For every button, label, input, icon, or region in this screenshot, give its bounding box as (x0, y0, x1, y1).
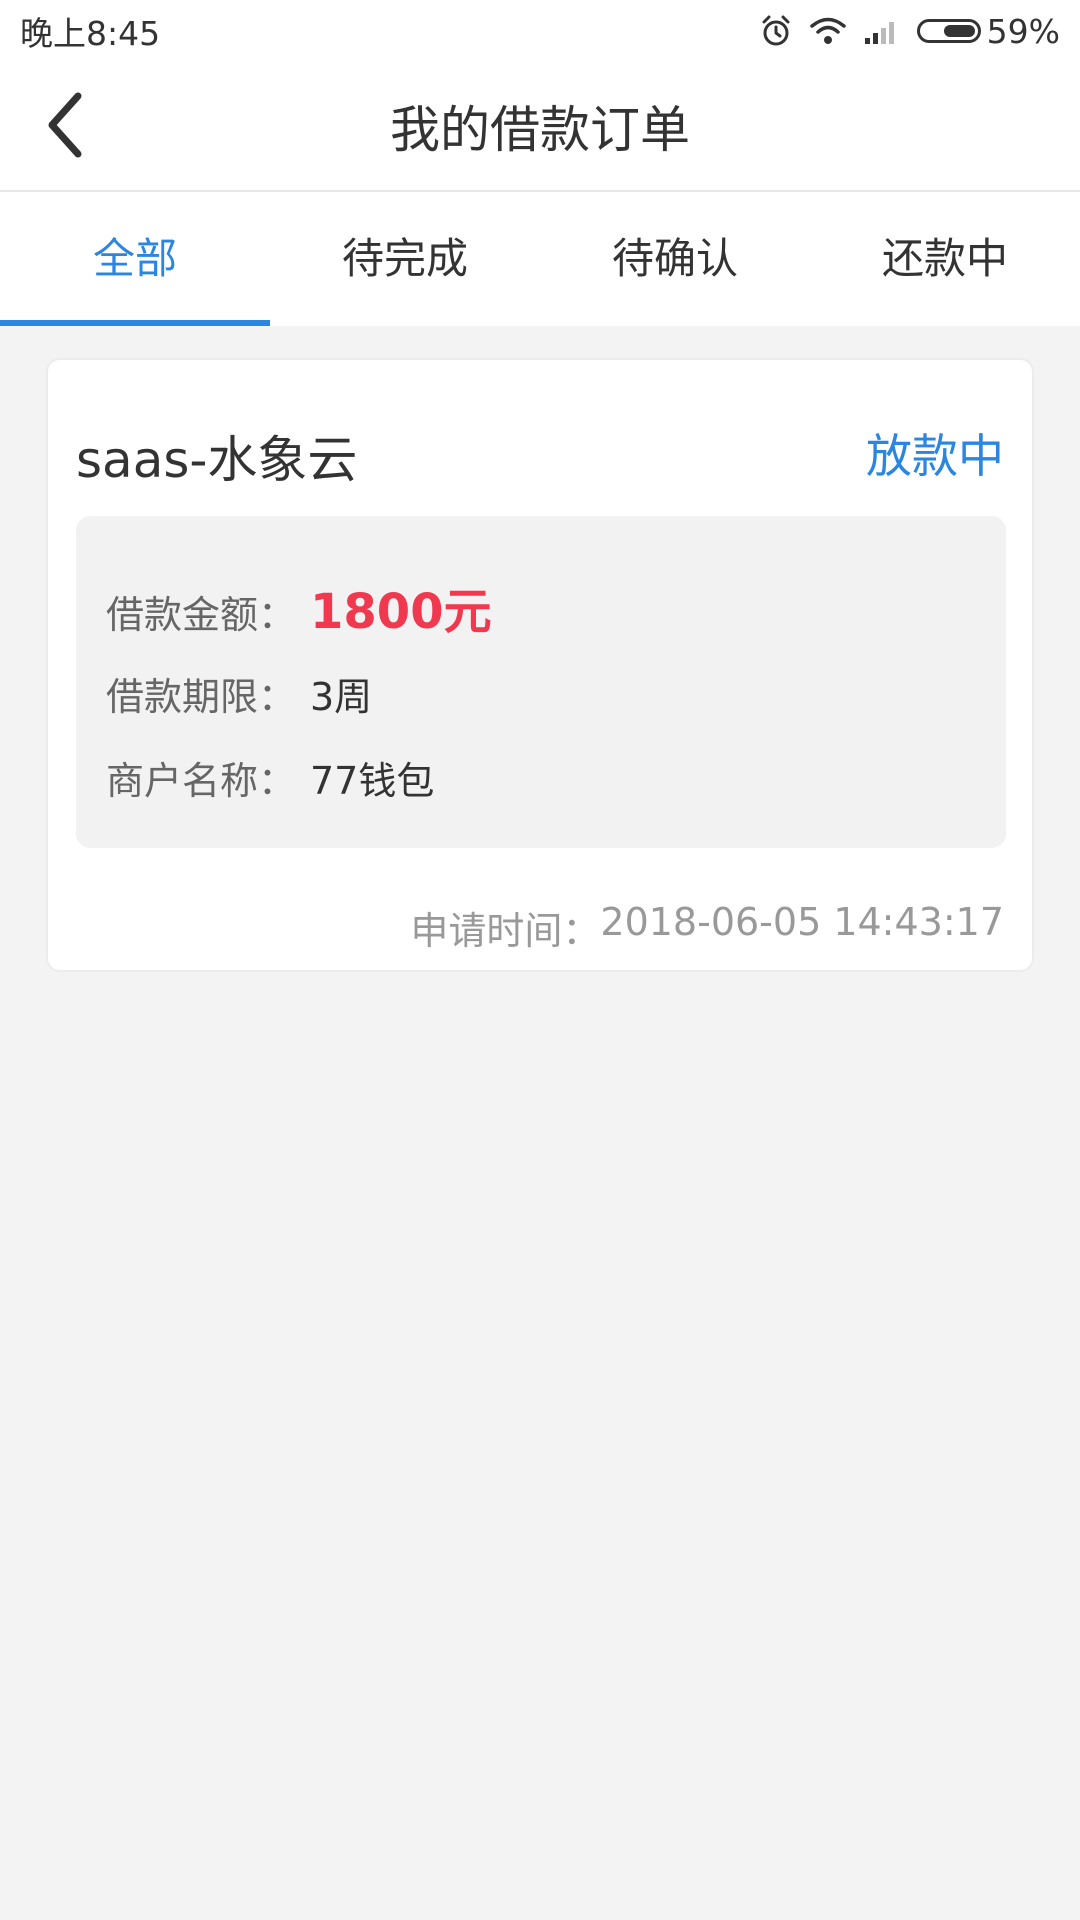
battery-percent: 59% (986, 11, 1060, 51)
page-title: 我的借款订单 (390, 101, 690, 159)
merchant-value: 77钱包 (310, 759, 435, 803)
tab-to-confirm[interactable]: 待确认 (540, 192, 810, 326)
merchant-row: 商户名称： 77钱包 (106, 750, 434, 805)
apply-time-value: 2018-06-05 14:43:17 (600, 900, 1004, 944)
amount-label: 借款金额： (106, 593, 297, 637)
term-value: 3周 (310, 675, 373, 719)
order-tabs: 全部 待完成 待确认 还款中 (0, 192, 1080, 326)
merchant-label: 商户名称： (106, 759, 297, 803)
nav-bar: 我的借款订单 (0, 62, 1080, 192)
order-platform-name: saas-水象云 (76, 431, 358, 489)
alarm-icon (759, 14, 793, 48)
apply-time: 申请时间： 2018-06-05 14:43:17 (410, 900, 1004, 955)
order-status-badge: 放款中 (866, 429, 1004, 483)
status-bar: 晚上8:45 59% (0, 0, 1080, 62)
battery-icon: 59% (916, 11, 1060, 51)
order-card[interactable]: saas-水象云 放款中 借款金额： 1800元 借款期限： 3周 商户名称： … (46, 358, 1034, 972)
tab-pending[interactable]: 待完成 (270, 192, 540, 326)
apply-time-label: 申请时间： (410, 909, 601, 953)
term-label: 借款期限： (106, 675, 297, 719)
amount-row: 借款金额： 1800元 (106, 572, 492, 642)
term-row: 借款期限： 3周 (106, 666, 372, 721)
wifi-icon (809, 16, 847, 46)
status-time: 晚上8:45 (20, 14, 161, 53)
amount-value: 1800元 (310, 584, 492, 640)
tab-all[interactable]: 全部 (0, 192, 270, 326)
signal-icon (863, 16, 901, 46)
status-icons: 59% (759, 12, 1060, 51)
tab-repaying[interactable]: 还款中 (810, 192, 1080, 326)
order-details: 借款金额： 1800元 借款期限： 3周 商户名称： 77钱包 (76, 516, 1006, 848)
